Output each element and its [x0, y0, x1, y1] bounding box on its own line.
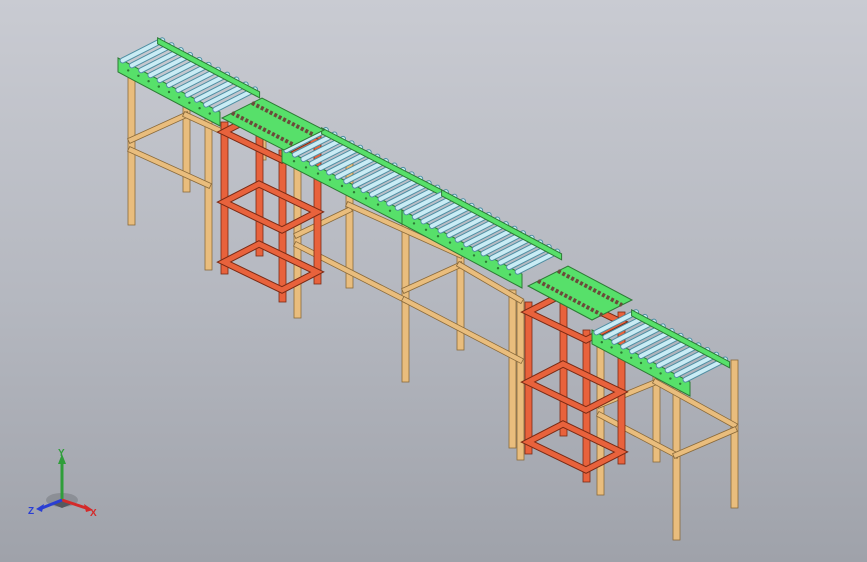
bolt-hole — [436, 235, 440, 238]
bolt-hole — [167, 90, 171, 94]
bolt-hole — [630, 356, 633, 359]
bolt-hole — [600, 341, 603, 344]
z-axis-head — [36, 504, 44, 512]
steel-post — [559, 283, 568, 437]
wood-brace — [128, 147, 211, 188]
bolt-hole — [388, 209, 392, 212]
wood-leg — [456, 244, 465, 351]
wood-brace — [294, 207, 352, 238]
bolt-hole — [188, 101, 191, 105]
wood-brace — [653, 379, 737, 428]
bolt-hole — [649, 367, 652, 370]
wooden-support-legs — [127, 74, 739, 541]
bolt-hole — [460, 247, 464, 251]
bolt-hole — [484, 260, 488, 263]
x-axis-label: X — [90, 508, 97, 519]
cad-viewport[interactable]: Y X Z — [0, 0, 867, 562]
bolt-hole — [448, 241, 452, 244]
conveyor-assembly-model[interactable] — [0, 0, 867, 562]
bolt-hole — [137, 74, 140, 78]
bolt-hole — [412, 222, 416, 225]
coordinate-triad: Y X Z — [24, 448, 104, 520]
bolt-hole — [292, 160, 296, 163]
bolt-hole — [620, 351, 623, 354]
bolt-hole — [376, 203, 380, 206]
transfer-section-right — [526, 265, 634, 321]
bolt-hole — [424, 228, 428, 231]
z-axis-label: Z — [28, 506, 34, 517]
bolt-hole — [127, 69, 130, 72]
bolt-hole — [679, 382, 682, 385]
transfer-plate — [526, 265, 634, 321]
bolt-hole — [659, 372, 662, 375]
steel-stand — [520, 283, 629, 483]
bolt-hole — [508, 273, 512, 276]
bolt-hole — [364, 197, 368, 200]
bolt-hole — [639, 361, 643, 365]
bolt-hole — [157, 85, 160, 88]
wood-leg — [508, 289, 517, 449]
wood-leg — [672, 379, 681, 541]
bolt-hole — [147, 80, 150, 83]
bolt-hole — [496, 267, 500, 270]
bolt-hole — [304, 166, 308, 169]
bolt-hole — [316, 172, 320, 175]
bolt-hole — [352, 191, 356, 194]
bolt-hole — [178, 96, 181, 99]
wood-brace — [673, 427, 737, 458]
bolt-hole — [328, 178, 332, 181]
wood-brace — [402, 262, 463, 293]
bolt-hole — [610, 346, 613, 349]
bolt-hole — [340, 184, 344, 188]
bolt-hole — [472, 254, 476, 257]
bolt-hole — [198, 107, 201, 110]
y-axis-label: Y — [58, 448, 65, 459]
wood-leg — [204, 109, 213, 271]
bolt-hole — [208, 112, 211, 115]
bolt-hole — [669, 377, 672, 380]
wood-brace — [128, 112, 189, 143]
wood-leg — [516, 299, 525, 461]
